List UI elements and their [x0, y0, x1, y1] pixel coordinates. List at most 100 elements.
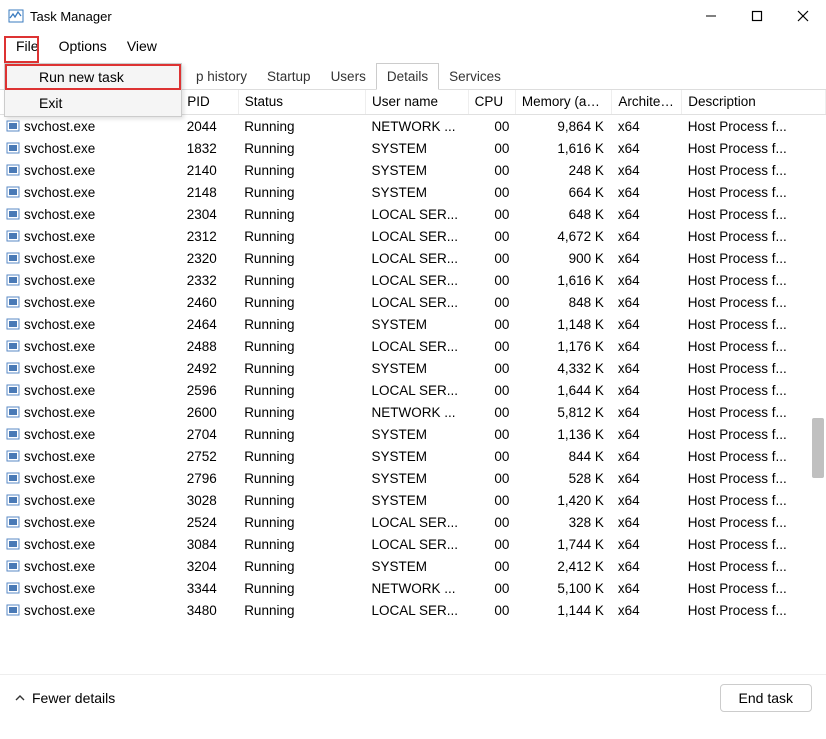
scrollbar[interactable] — [810, 120, 824, 670]
cell-user: LOCAL SER... — [366, 269, 469, 291]
close-button[interactable] — [780, 0, 826, 32]
cell-arch: x64 — [612, 489, 682, 511]
cell-memory: 1,420 K — [515, 489, 612, 511]
table-row[interactable]: svchost.exe2524RunningLOCAL SER...00328 … — [0, 511, 826, 533]
cell-name: svchost.exe — [24, 251, 95, 266]
col-architecture[interactable]: Architec... — [612, 90, 682, 115]
process-icon — [6, 515, 20, 529]
process-icon — [6, 427, 20, 441]
table-row[interactable]: svchost.exe1832RunningSYSTEM001,616 Kx64… — [0, 137, 826, 159]
table-row[interactable]: svchost.exe3028RunningSYSTEM001,420 Kx64… — [0, 489, 826, 511]
col-pid[interactable]: PID — [181, 90, 238, 115]
table-row[interactable]: svchost.exe2140RunningSYSTEM00248 Kx64Ho… — [0, 159, 826, 181]
cell-arch: x64 — [612, 357, 682, 379]
cell-memory: 9,864 K — [515, 115, 612, 138]
col-cpu[interactable]: CPU — [468, 90, 515, 115]
tab-services[interactable]: Services — [439, 64, 511, 89]
table-row[interactable]: svchost.exe2600RunningNETWORK ...005,812… — [0, 401, 826, 423]
table-row[interactable]: svchost.exe2488RunningLOCAL SER...001,17… — [0, 335, 826, 357]
menu-exit[interactable]: Exit — [5, 90, 181, 116]
tab-users[interactable]: Users — [321, 64, 376, 89]
cell-pid: 2464 — [181, 313, 238, 335]
process-icon — [6, 449, 20, 463]
table-row[interactable]: svchost.exe2320RunningLOCAL SER...00900 … — [0, 247, 826, 269]
table-row[interactable]: svchost.exe2304RunningLOCAL SER...00648 … — [0, 203, 826, 225]
table-row[interactable]: svchost.exe2148RunningSYSTEM00664 Kx64Ho… — [0, 181, 826, 203]
cell-memory: 844 K — [515, 445, 612, 467]
cell-memory: 1,136 K — [515, 423, 612, 445]
cell-memory: 5,812 K — [515, 401, 612, 423]
cell-cpu: 00 — [468, 423, 515, 445]
cell-user: SYSTEM — [366, 357, 469, 379]
cell-description: Host Process f... — [682, 599, 826, 621]
fewer-details-button[interactable]: Fewer details — [14, 690, 115, 706]
cell-cpu: 00 — [468, 225, 515, 247]
cell-arch: x64 — [612, 225, 682, 247]
cell-memory: 1,176 K — [515, 335, 612, 357]
titlebar: Task Manager — [0, 0, 826, 32]
table-row[interactable]: svchost.exe2596RunningLOCAL SER...001,64… — [0, 379, 826, 401]
scroll-thumb[interactable] — [812, 418, 824, 478]
cell-user: NETWORK ... — [366, 115, 469, 138]
menu-file[interactable]: File — [6, 32, 49, 60]
cell-arch: x64 — [612, 159, 682, 181]
cell-name: svchost.exe — [24, 559, 95, 574]
table-row[interactable]: svchost.exe3084RunningLOCAL SER...001,74… — [0, 533, 826, 555]
cell-memory: 848 K — [515, 291, 612, 313]
col-description[interactable]: Description — [682, 90, 826, 115]
col-memory[interactable]: Memory (ac... — [515, 90, 612, 115]
table-row[interactable]: svchost.exe2332RunningLOCAL SER...001,61… — [0, 269, 826, 291]
cell-memory: 900 K — [515, 247, 612, 269]
cell-pid: 2488 — [181, 335, 238, 357]
cell-name: svchost.exe — [24, 383, 95, 398]
menu-view[interactable]: View — [117, 32, 167, 60]
table-row[interactable]: svchost.exe3204RunningSYSTEM002,412 Kx64… — [0, 555, 826, 577]
cell-cpu: 00 — [468, 379, 515, 401]
cell-arch: x64 — [612, 291, 682, 313]
cell-memory: 4,672 K — [515, 225, 612, 247]
process-icon — [6, 471, 20, 485]
cell-user: SYSTEM — [366, 555, 469, 577]
cell-memory: 664 K — [515, 181, 612, 203]
table-row[interactable]: svchost.exe2796RunningSYSTEM00528 Kx64Ho… — [0, 467, 826, 489]
col-user[interactable]: User name — [366, 90, 469, 115]
menu-options[interactable]: Options — [49, 32, 117, 60]
cell-description: Host Process f... — [682, 445, 826, 467]
table-row[interactable]: svchost.exe3480RunningLOCAL SER...001,14… — [0, 599, 826, 621]
table-row[interactable]: svchost.exe2460RunningLOCAL SER...00848 … — [0, 291, 826, 313]
cell-user: NETWORK ... — [366, 577, 469, 599]
menu-run-new-task[interactable]: Run new task — [5, 64, 181, 90]
tab-app-history[interactable]: p history — [186, 64, 257, 89]
process-icon — [6, 537, 20, 551]
table-row[interactable]: svchost.exe2044RunningNETWORK ...009,864… — [0, 115, 826, 138]
cell-user: SYSTEM — [366, 313, 469, 335]
cell-cpu: 00 — [468, 203, 515, 225]
tab-details[interactable]: Details — [376, 63, 439, 90]
cell-memory: 1,644 K — [515, 379, 612, 401]
table-row[interactable]: svchost.exe2312RunningLOCAL SER...004,67… — [0, 225, 826, 247]
table-row[interactable]: svchost.exe2704RunningSYSTEM001,136 Kx64… — [0, 423, 826, 445]
cell-cpu: 00 — [468, 357, 515, 379]
menubar: File Options View — [0, 32, 826, 60]
cell-arch: x64 — [612, 379, 682, 401]
cell-status: Running — [238, 511, 365, 533]
cell-cpu: 00 — [468, 577, 515, 599]
footer: Fewer details End task — [0, 674, 826, 720]
cell-user: LOCAL SER... — [366, 203, 469, 225]
table-row[interactable]: svchost.exe2464RunningSYSTEM001,148 Kx64… — [0, 313, 826, 335]
table-row[interactable]: svchost.exe3344RunningNETWORK ...005,100… — [0, 577, 826, 599]
end-task-button[interactable]: End task — [720, 684, 812, 712]
cell-status: Running — [238, 467, 365, 489]
maximize-button[interactable] — [734, 0, 780, 32]
cell-cpu: 00 — [468, 115, 515, 138]
cell-description: Host Process f... — [682, 423, 826, 445]
tab-startup[interactable]: Startup — [257, 64, 321, 89]
cell-status: Running — [238, 335, 365, 357]
table-row[interactable]: svchost.exe2492RunningSYSTEM004,332 Kx64… — [0, 357, 826, 379]
cell-description: Host Process f... — [682, 533, 826, 555]
col-status[interactable]: Status — [238, 90, 365, 115]
minimize-button[interactable] — [688, 0, 734, 32]
cell-user: SYSTEM — [366, 467, 469, 489]
cell-cpu: 00 — [468, 489, 515, 511]
table-row[interactable]: svchost.exe2752RunningSYSTEM00844 Kx64Ho… — [0, 445, 826, 467]
